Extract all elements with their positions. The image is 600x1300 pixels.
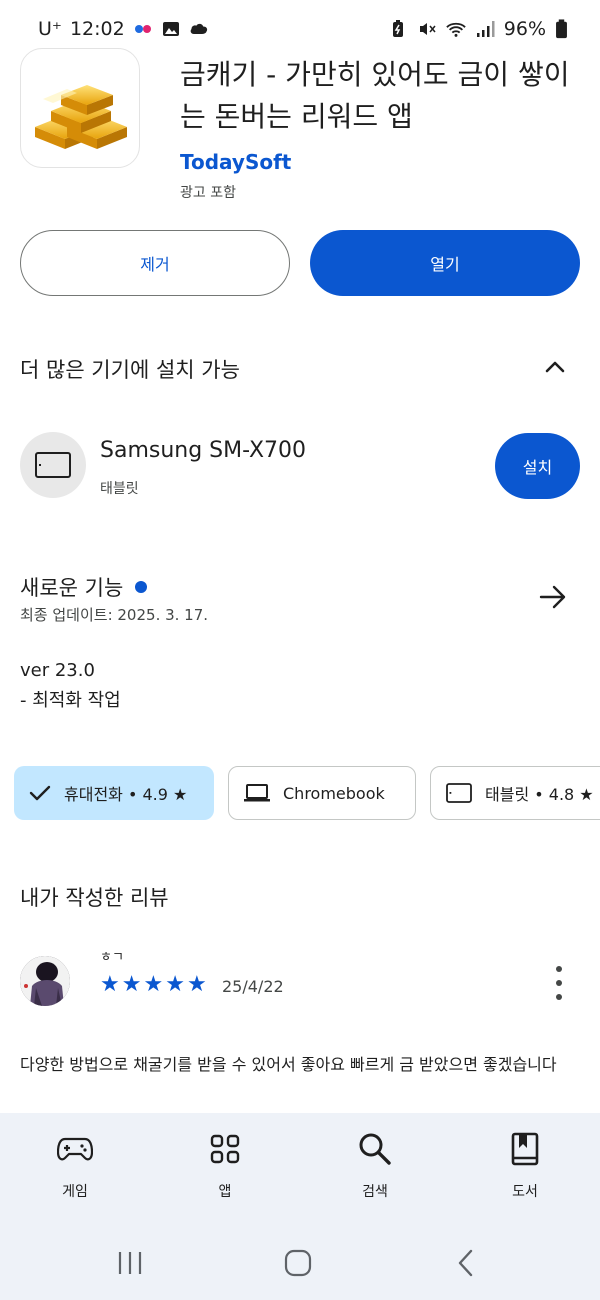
back-button[interactable]: [446, 1243, 486, 1283]
more-devices-title: 더 많은 기기에 설치 가능: [20, 358, 240, 382]
whats-new-title: 새로운 기능: [20, 576, 124, 600]
star-icon: ★: [186, 972, 207, 997]
apps-grid-icon: [207, 1131, 243, 1167]
my-review-title: 내가 작성한 리뷰: [20, 886, 169, 910]
app-title: 금캐기 - 가만히 있어도 금이 쌓이는 돈버는 리워드 앱: [180, 58, 570, 133]
status-left: U⁺ 12:02: [38, 18, 209, 40]
carrier-label: U⁺: [38, 18, 62, 40]
chip-chromebook[interactable]: Chromebook: [228, 766, 416, 820]
release-notes-line: - 최적화 작업: [20, 690, 121, 711]
app-icon: [20, 48, 140, 168]
gamepad-icon: [57, 1131, 93, 1167]
signal-icon: [476, 21, 495, 37]
device-avatar: [20, 432, 86, 498]
chip-phone[interactable]: 휴대전화 • 4.9 ★: [14, 766, 214, 820]
chip-label: 휴대전화 • 4.9 ★: [64, 785, 188, 804]
arrow-right-icon[interactable]: [538, 582, 568, 612]
flickr-dots-icon: [134, 25, 151, 33]
update-date: 최종 업데이트: 2025. 3. 17.: [20, 606, 209, 624]
new-dot-indicator: [135, 581, 148, 593]
review-text: 다양한 방법으로 채굴기를 받을 수 있어서 좋아요 빠르게 금 받았으면 좋겠…: [20, 1055, 557, 1074]
nav-item-games[interactable]: 게임: [25, 1131, 125, 1201]
nav-item-apps[interactable]: 앱: [175, 1131, 275, 1201]
nav-label: 앱: [218, 1184, 232, 1200]
developer-link[interactable]: TodaySoft: [180, 150, 291, 174]
tablet-icon: [35, 452, 71, 478]
nav-label: 검색: [362, 1184, 388, 1200]
nav-label: 게임: [62, 1184, 88, 1200]
app-header: 금캐기 - 가만히 있어도 금이 쌓이는 돈버는 리워드 앱 TodaySoft…: [20, 48, 580, 208]
star-icon: ★: [121, 972, 142, 997]
nav-label: 도서: [512, 1184, 538, 1200]
mute-icon: [419, 23, 436, 35]
battery-percent: 96%: [503, 18, 546, 40]
bottom-nav: 게임 앱 검색 도서: [0, 1113, 600, 1300]
star-icon: ★: [165, 972, 185, 997]
avatar: [20, 956, 70, 1006]
chip-label: 태블릿 • 4.8 ★: [485, 785, 594, 804]
release-notes: ver 23.0 - 최적화 작업: [20, 656, 121, 716]
home-button[interactable]: [278, 1243, 318, 1283]
star-icon: ★: [143, 972, 164, 997]
star-icon: ★: [100, 972, 120, 997]
status-right: 96%: [388, 18, 568, 40]
nav-item-search[interactable]: 검색: [325, 1131, 425, 1201]
chip-tablet[interactable]: 태블릿 • 4.8 ★: [430, 766, 600, 820]
recent-apps-button[interactable]: [110, 1243, 150, 1283]
reviewer-name: ㅎㄱ: [100, 950, 124, 965]
tablet-icon: [446, 783, 472, 803]
release-notes-line: ver 23.0: [20, 660, 95, 681]
more-options-icon[interactable]: [552, 966, 566, 1000]
open-button[interactable]: 열기: [310, 230, 580, 296]
whats-new-header[interactable]: 새로운 기능: [20, 572, 148, 602]
install-button[interactable]: 설치: [495, 433, 580, 499]
device-name: Samsung SM-X700: [100, 438, 307, 463]
device-type: 태블릿: [100, 481, 139, 497]
gallery-icon: [162, 22, 179, 36]
laptop-icon: [244, 784, 270, 802]
check-icon: [29, 785, 51, 801]
nav-item-books[interactable]: 도서: [475, 1131, 575, 1201]
battery-icon: [556, 19, 567, 39]
search-icon: [357, 1131, 393, 1167]
remove-button[interactable]: 제거: [20, 230, 290, 296]
battery-saver-icon: [392, 20, 403, 37]
chevron-up-icon[interactable]: [544, 356, 566, 378]
avatar-image: [20, 956, 70, 1006]
ads-note: 광고 포함: [180, 185, 236, 201]
chip-label: Chromebook: [283, 783, 385, 803]
star-rating: ★ ★ ★ ★ ★: [100, 972, 207, 997]
cloud-chat-icon: [190, 23, 207, 34]
wifi-icon: [446, 22, 466, 37]
status-time: 12:02: [69, 18, 125, 40]
review-date: 25/4/22: [222, 977, 284, 996]
book-icon: [507, 1131, 543, 1167]
gold-bars-icon: [35, 85, 127, 149]
